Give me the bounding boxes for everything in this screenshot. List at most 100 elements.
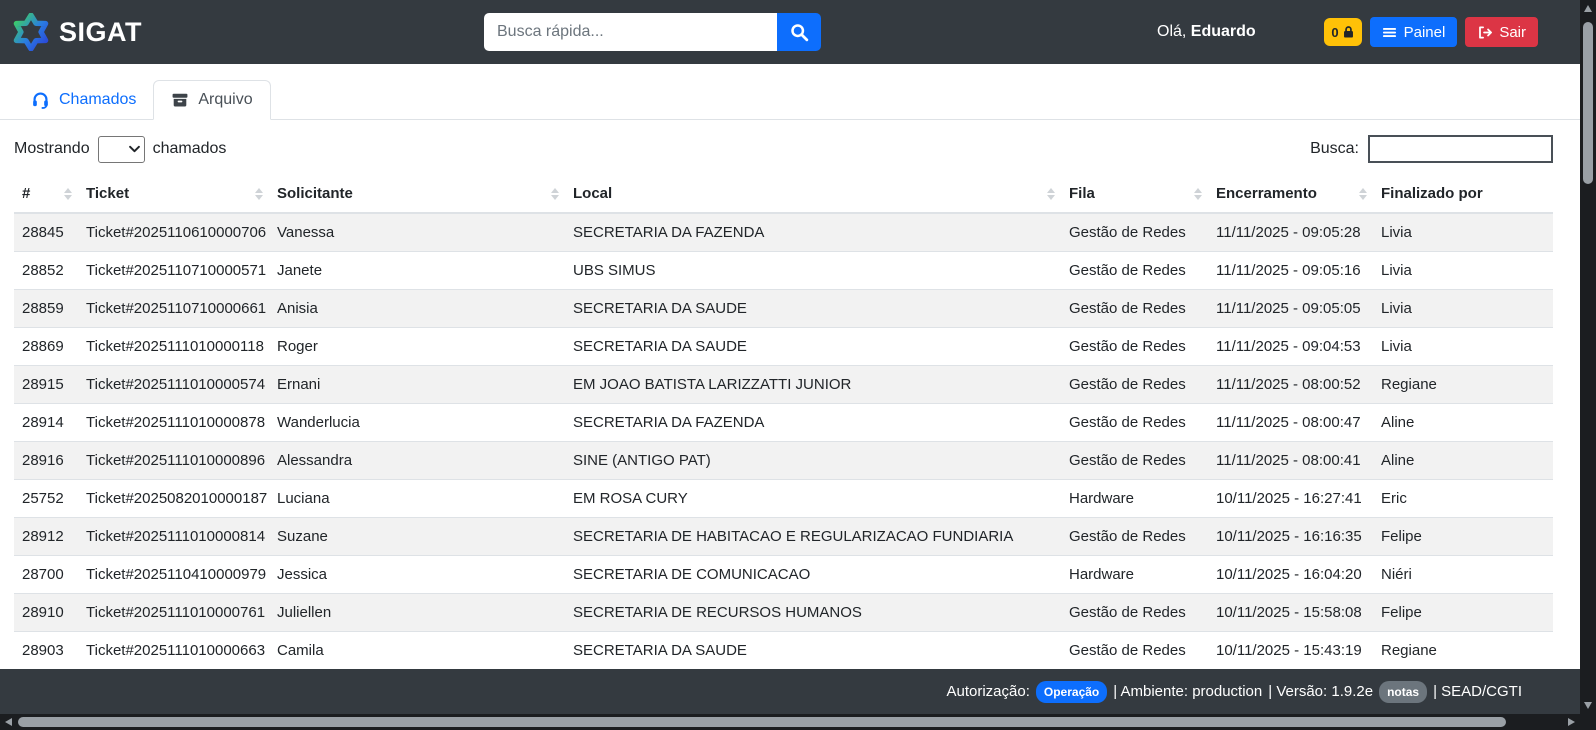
cell-encerramento: 10/11/2025 - 15:43:19 — [1208, 631, 1373, 669]
col-header-ticket[interactable]: Ticket — [78, 175, 269, 214]
cell-ticket: Ticket#2025110410000979 — [78, 555, 269, 594]
cell-number: 28903 — [14, 631, 78, 669]
tickets-table: # Ticket Solicitante Local Fila Encerram… — [14, 175, 1553, 669]
painel-button[interactable]: Painel — [1369, 17, 1458, 47]
cell-finalizado-por: Regiane — [1373, 631, 1553, 669]
scroll-up-icon[interactable] — [1584, 5, 1592, 12]
cell-encerramento: 10/11/2025 - 16:27:41 — [1208, 479, 1373, 518]
table-row[interactable]: 28915 Ticket#2025111010000574 Ernani EM … — [14, 365, 1553, 404]
cell-local: SECRETARIA DE HABITACAO E REGULARIZACAO … — [565, 517, 1061, 556]
cell-number: 28845 — [22, 224, 64, 241]
cell-fila: Gestão de Redes — [1061, 365, 1208, 404]
scroll-right-icon[interactable] — [1568, 718, 1575, 726]
table-row[interactable]: 28914 Ticket#2025111010000878 Wanderluci… — [14, 403, 1553, 442]
cell-local: EM JOAO BATISTA LARIZZATTI JUNIOR — [565, 365, 1061, 404]
cell-fila: Hardware — [1061, 479, 1208, 518]
page-length-select[interactable] — [97, 135, 145, 163]
table-row[interactable]: 28700 Ticket#2025110410000979 Jessica SE… — [14, 555, 1553, 594]
cell-encerramento: 11/11/2025 - 09:05:05 — [1208, 289, 1373, 328]
cell-finalizado-por: Aline — [1373, 403, 1553, 442]
table-row[interactable]: 28903 Ticket#2025111010000663 Camila SEC… — [14, 631, 1553, 669]
cell-fila: Gestão de Redes — [1061, 593, 1208, 632]
cell-encerramento: 10/11/2025 - 15:58:08 — [1208, 593, 1373, 632]
quick-search-button[interactable] — [777, 13, 821, 51]
horizontal-scrollbar[interactable] — [0, 714, 1580, 730]
busca-label: Busca: — [1310, 140, 1359, 157]
scroll-down-icon[interactable] — [1584, 702, 1592, 709]
vertical-scrollbar-thumb[interactable] — [1583, 22, 1593, 184]
cell-finalizado-por: Regiane — [1373, 365, 1553, 404]
col-header-solicitante[interactable]: Solicitante — [269, 175, 565, 214]
cell-ticket: Ticket#2025111010000878 — [78, 403, 269, 442]
cell-finalizado-por: Niéri — [1373, 555, 1553, 594]
cell-local: SECRETARIA DA SAUDE — [565, 631, 1061, 669]
status-footer: Autorização: Operação | Ambiente: produc… — [0, 669, 1580, 714]
sair-button[interactable]: Sair — [1465, 17, 1538, 47]
cell-ticket: Ticket#2025111010000574 — [78, 365, 269, 404]
table-row[interactable]: 28916 Ticket#2025111010000896 Alessandra… — [14, 441, 1553, 480]
tab-chamados[interactable]: Chamados — [14, 80, 153, 119]
cell-encerramento: 11/11/2025 - 08:00:52 — [1208, 365, 1373, 404]
table-row[interactable]: 28869 Ticket#2025111010000118 Roger SECR… — [14, 327, 1553, 366]
cell-local: SECRETARIA DE RECURSOS HUMANOS — [565, 593, 1061, 632]
table-row[interactable]: 28845 Ticket#2025110610000706 Vanessa SE… — [14, 213, 1553, 252]
horizontal-scrollbar-thumb[interactable] — [18, 717, 1506, 727]
scroll-left-icon[interactable] — [5, 718, 12, 726]
table-row[interactable]: 28910 Ticket#2025111010000761 Juliellen … — [14, 593, 1553, 632]
user-greeting: Olá, Eduardo — [1157, 23, 1256, 40]
cell-finalizado-por: Aline — [1373, 441, 1553, 480]
lock-counter-badge[interactable]: 0 — [1324, 18, 1362, 46]
cell-finalizado-por: Eric — [1373, 479, 1553, 518]
cell-local: UBS SIMUS — [565, 251, 1061, 290]
cell-solicitante: Alessandra — [269, 441, 565, 480]
col-header-fila[interactable]: Fila — [1061, 175, 1208, 214]
cell-ticket: Ticket#2025111010000814 — [78, 517, 269, 556]
cell-solicitante: Suzane — [269, 517, 565, 556]
sign-out-icon — [1477, 25, 1493, 40]
cell-finalizado-por: Livia — [1373, 327, 1553, 366]
search-icon — [790, 23, 809, 42]
cell-ticket: Ticket#2025110610000706 — [86, 224, 267, 241]
busca-input[interactable] — [1368, 135, 1553, 163]
notas-badge[interactable]: notas — [1379, 680, 1428, 703]
chamados-label: chamados — [152, 140, 227, 157]
cell-number: 28910 — [14, 593, 78, 632]
cell-fila: Gestão de Redes — [1061, 631, 1208, 669]
lock-icon — [1342, 25, 1355, 39]
cell-number: 28852 — [14, 251, 78, 290]
table-row[interactable]: 28852 Ticket#2025110710000571 Janete UBS… — [14, 251, 1553, 290]
scrollbar-corner — [1580, 714, 1596, 730]
org-text: | SEAD/CGTI — [1433, 683, 1522, 700]
col-header-local[interactable]: Local — [565, 175, 1061, 214]
cell-finalizado-por: Felipe — [1373, 517, 1553, 556]
col-header-number[interactable]: # — [14, 175, 78, 214]
quick-search-input[interactable] — [484, 13, 777, 51]
cell-fila: Gestão de Redes — [1061, 289, 1208, 328]
table-row[interactable]: 28912 Ticket#2025111010000814 Suzane SEC… — [14, 517, 1553, 556]
tab-arquivo[interactable]: Arquivo — [153, 80, 271, 120]
cell-local: SECRETARIA DA FAZENDA — [565, 403, 1061, 442]
table-row[interactable]: 25752 Ticket#2025082010000187 Luciana EM… — [14, 479, 1553, 518]
cell-solicitante: Jessica — [269, 555, 565, 594]
cell-number: 28859 — [14, 289, 78, 328]
cell-ticket: Ticket#2025111010000663 — [78, 631, 269, 669]
cell-number: 28914 — [14, 403, 78, 442]
cell-encerramento: 11/11/2025 - 09:05:28 — [1216, 224, 1361, 241]
cell-encerramento: 10/11/2025 - 16:04:20 — [1208, 555, 1373, 594]
brand-link[interactable]: SIGAT — [12, 13, 142, 51]
cell-encerramento: 11/11/2025 - 08:00:41 — [1208, 441, 1373, 480]
ambiente-text: | Ambiente: production — [1113, 683, 1263, 700]
cell-fila: Gestão de Redes — [1061, 327, 1208, 366]
filter-control: Busca: — [1310, 135, 1553, 163]
table-row[interactable]: 28859 Ticket#2025110710000661 Anisia SEC… — [14, 289, 1553, 328]
vertical-scrollbar[interactable] — [1580, 0, 1596, 714]
col-header-encerramento[interactable]: Encerramento — [1208, 175, 1373, 214]
sigat-logo-icon — [12, 13, 50, 51]
cell-ticket: Ticket#2025111010000118 — [78, 327, 269, 366]
cell-local: SECRETARIA DA SAUDE — [565, 289, 1061, 328]
cell-ticket: Ticket#2025111010000896 — [78, 441, 269, 480]
cell-finalizado-por: Livia — [1373, 251, 1553, 290]
col-header-finalizado-por[interactable]: Finalizado por — [1373, 175, 1553, 214]
autorizacao-label: Autorização: — [946, 683, 1030, 700]
cell-ticket: Ticket#2025110710000571 — [78, 251, 269, 290]
